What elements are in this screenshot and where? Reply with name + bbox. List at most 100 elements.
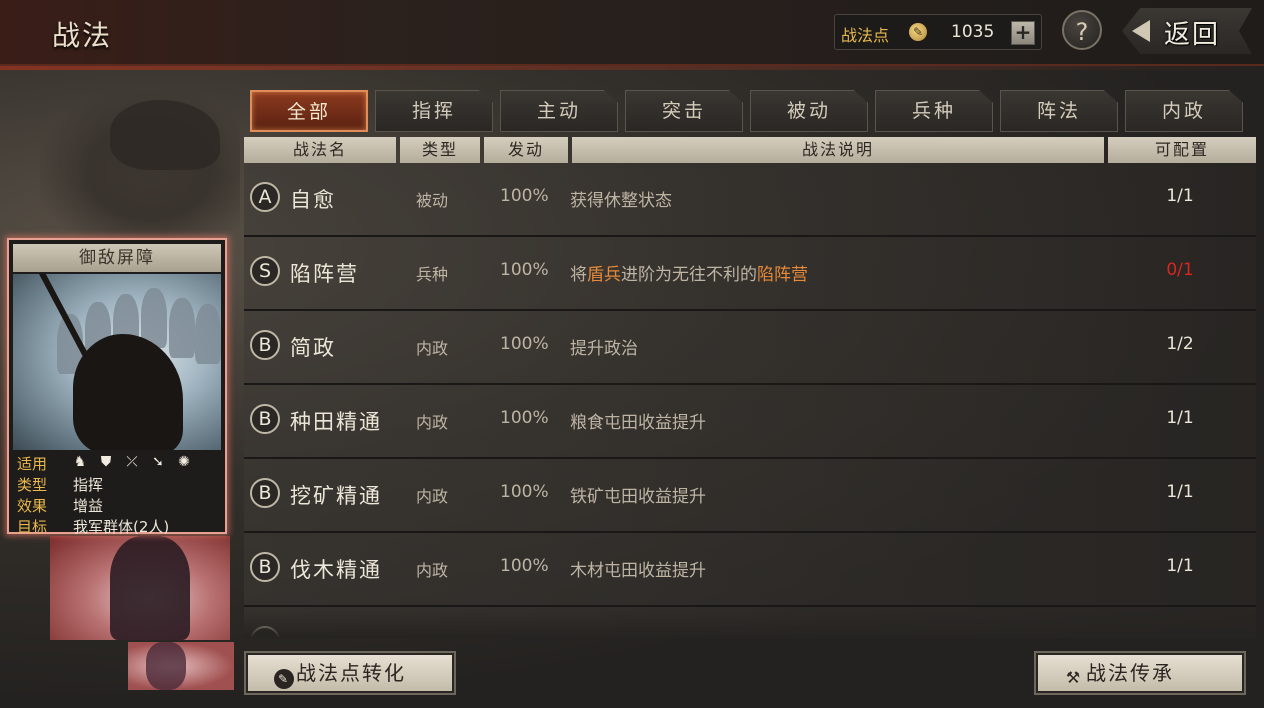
tactic-point-coin-icon: ✎ [274, 669, 294, 689]
bow-icon: ⤫ [126, 454, 138, 470]
third-card-art[interactable] [128, 642, 234, 690]
card-title: 御敌屏障 [13, 244, 221, 272]
tactic-description: 获得休整状态 [570, 186, 672, 211]
card-row-key: 类型 [17, 476, 48, 494]
hero-silhouette [73, 334, 183, 450]
convert-points-button[interactable]: ✎ 战法点转化 [244, 651, 456, 695]
help-button[interactable]: ? [1062, 10, 1102, 50]
tactic-points-value: 1035 [951, 22, 995, 42]
troop-silhouette [195, 304, 221, 364]
tactic-type: 内政 [416, 413, 449, 432]
description-segment: 进阶为无往不利的 [621, 265, 757, 285]
grade-badge: B [250, 330, 280, 360]
back-button[interactable]: 返回 [1122, 8, 1252, 54]
description-segment: 木材屯田收益提升 [570, 561, 706, 581]
page-title: 战法 [52, 19, 113, 52]
column-header-rate[interactable]: 发动 [484, 137, 568, 163]
tactic-configurable: 1/2 [1166, 334, 1194, 354]
table-row[interactable]: B 伐木精通 内政 100% 木材屯田收益提升 1/1 [244, 533, 1256, 607]
hammer-icon: ⚒ [1065, 668, 1083, 687]
tactic-rate: 100% [500, 482, 549, 502]
top-bar: 战法 战法点 ✎ 1035 + ? 返回 [0, 0, 1264, 70]
card-row-key: 效果 [17, 497, 48, 515]
tactic-type: 被动 [416, 191, 449, 210]
convert-points-label: 战法点转化 [296, 661, 406, 685]
column-header-configurable[interactable]: 可配置 [1108, 137, 1256, 163]
grade-badge: S [250, 256, 280, 286]
grade-badge: A [250, 182, 280, 212]
cavalry-icon: ♞ [73, 454, 87, 470]
card-row-key: 目标 [17, 518, 48, 536]
tab-assault[interactable]: 突击 [625, 90, 743, 132]
card-row-effect: 效果 增益 [13, 494, 221, 515]
inherit-tactic-button[interactable]: ⚒ 战法传承 [1034, 651, 1246, 695]
tab-troop-type[interactable]: 兵种 [875, 90, 993, 132]
tab-all[interactable]: 全部 [250, 90, 368, 132]
inherit-tactic-label: 战法传承 [1086, 661, 1174, 685]
troop-silhouette [169, 298, 195, 358]
tactic-description: 粮食屯田收益提升 [570, 408, 706, 433]
card-row-value: 我军群体(2人) [73, 518, 170, 536]
tactic-name: 种田精通 [290, 410, 382, 434]
tactic-name: 自愈 [290, 188, 336, 212]
tactic-list[interactable]: A 自愈 被动 100% 获得休整状态 1/1 S 陷阵营 兵种 100% 将盾… [244, 163, 1256, 637]
selected-tactic-card[interactable]: 御敌屏障 适用 ♞ ⛊ ⤫ ➘ ✺ 类型 指挥 效果 增益 目标 我军群体(2人… [7, 238, 227, 536]
tactic-description: 将盾兵进阶为无往不利的陷阵营 [570, 260, 808, 285]
tactic-description: 提升政治 [570, 334, 638, 359]
secondary-card-art[interactable] [50, 536, 230, 640]
category-tabs: 全部 指挥 主动 突击 被动 兵种 阵法 内政 [250, 90, 1250, 134]
unit-type-icons: ♞ ⛊ ⤫ ➘ ✺ [71, 454, 193, 470]
spear-icon: ➘ [152, 454, 164, 470]
column-header-description: 战法说明 [572, 137, 1104, 163]
table-row[interactable]: B 挖矿精通 内政 100% 铁矿屯田收益提升 1/1 [244, 459, 1256, 533]
card-art [13, 274, 221, 450]
column-header-name[interactable]: 战法名 [244, 137, 396, 163]
card-attributes: 适用 ♞ ⛊ ⤫ ➘ ✺ 类型 指挥 效果 增益 目标 我军群体(2人) [13, 452, 221, 536]
tactic-point-coin-icon: ✎ [909, 23, 927, 41]
card-row-applicable: 适用 ♞ ⛊ ⤫ ➘ ✺ [13, 452, 221, 473]
card-row-target: 目标 我军群体(2人) [13, 515, 221, 536]
add-points-button[interactable]: + [1011, 21, 1035, 45]
tactic-rate: 100% [500, 556, 549, 576]
tactic-rate: 100% [500, 260, 549, 280]
table-header: 战法名 类型 发动 战法说明 可配置 [244, 137, 1256, 163]
table-row[interactable]: B 种田精通 内政 100% 粮食屯田收益提升 1/1 [244, 385, 1256, 459]
tactic-type: 内政 [416, 339, 449, 358]
third-card-silhouette [146, 642, 186, 690]
tactic-rate: 100% [500, 334, 549, 354]
tab-formation[interactable]: 阵法 [1000, 90, 1118, 132]
back-button-label: 返回 [1164, 20, 1221, 50]
tactic-description: 木材屯田收益提升 [570, 556, 706, 581]
table-row[interactable]: S 陷阵营 兵种 100% 将盾兵进阶为无往不利的陷阵营 0/1 [244, 237, 1256, 311]
grade-badge: B [250, 552, 280, 582]
tactic-points-display: 战法点 ✎ 1035 + [834, 14, 1042, 50]
description-segment: 铁矿屯田收益提升 [570, 487, 706, 507]
tactic-name: 伐木精通 [290, 558, 382, 582]
description-segment: 获得休整状态 [570, 191, 672, 211]
tactic-type: 内政 [416, 487, 449, 506]
grade-badge: B [250, 478, 280, 508]
secondary-card-silhouette [110, 536, 190, 640]
description-segment: 将 [570, 265, 587, 285]
back-arrow-icon [1132, 20, 1150, 42]
tab-passive[interactable]: 被动 [750, 90, 868, 132]
tactic-configurable: 1/1 [1166, 482, 1194, 502]
description-segment: 粮食屯田收益提升 [570, 413, 706, 433]
column-header-type[interactable]: 类型 [400, 137, 480, 163]
tactic-type: 兵种 [416, 265, 449, 284]
tactic-name: 简政 [290, 336, 336, 360]
table-row[interactable]: A 自愈 被动 100% 获得休整状态 1/1 [244, 163, 1256, 237]
tactic-rate: 100% [500, 186, 549, 206]
tactic-rate: 100% [500, 408, 549, 428]
shield-icon: ⛊ [100, 454, 112, 470]
description-highlight: 陷阵营 [757, 265, 808, 285]
tactic-configurable: 1/1 [1166, 408, 1194, 428]
grade-badge: B [250, 404, 280, 434]
tactic-description: 铁矿屯田收益提升 [570, 482, 706, 507]
tactic-type: 内政 [416, 561, 449, 580]
tab-command[interactable]: 指挥 [375, 90, 493, 132]
table-row[interactable]: B 简政 内政 100% 提升政治 1/2 [244, 311, 1256, 385]
list-scroll-fade [244, 610, 1256, 638]
tab-active[interactable]: 主动 [500, 90, 618, 132]
tab-internal-affairs[interactable]: 内政 [1125, 90, 1243, 132]
